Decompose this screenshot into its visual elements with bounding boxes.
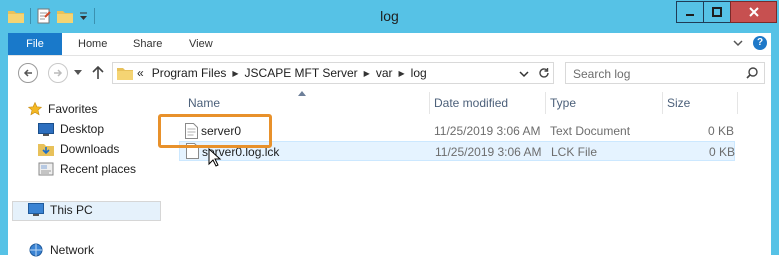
- tab-view[interactable]: View: [189, 33, 213, 55]
- nav-favorites-label: Favorites: [48, 102, 98, 116]
- file-type: LCK File: [551, 145, 598, 159]
- help-icon[interactable]: ?: [753, 36, 767, 50]
- expand-ribbon-icon[interactable]: [733, 39, 743, 47]
- column-header-name[interactable]: Name: [188, 96, 220, 110]
- file-type: Text Document: [550, 124, 631, 138]
- address-bar[interactable]: « Program Files ▶ JSCAPE MFT Server ▶ va…: [112, 62, 554, 84]
- search-input[interactable]: Search log: [565, 62, 765, 84]
- breadcrumb-overflow[interactable]: «: [133, 66, 148, 80]
- nav-recent-places[interactable]: Recent places: [38, 162, 136, 176]
- minimize-button[interactable]: [676, 1, 704, 23]
- file-date: 11/25/2019 3:06 AM: [435, 145, 542, 159]
- search-icon[interactable]: [746, 67, 758, 79]
- window-title: log: [380, 8, 399, 24]
- column-header-type[interactable]: Type: [550, 96, 576, 110]
- nav-desktop-label: Desktop: [60, 122, 105, 136]
- recent-locations-icon[interactable]: [74, 70, 82, 76]
- breadcrumb-program-files[interactable]: Program Files: [148, 66, 231, 80]
- maximize-button[interactable]: [703, 1, 731, 23]
- column-divider[interactable]: [545, 92, 546, 114]
- folder-icon: [117, 68, 133, 80]
- computer-icon: [28, 203, 44, 216]
- tab-share[interactable]: Share: [133, 33, 162, 55]
- breadcrumb-separator-icon[interactable]: ▶: [362, 69, 372, 78]
- desktop-icon: [38, 122, 54, 136]
- nav-downloads-label: Downloads: [60, 142, 120, 156]
- title-bar: log: [0, 0, 779, 33]
- close-icon: [748, 7, 759, 17]
- up-arrow-icon[interactable]: [92, 66, 104, 80]
- navigation-pane: Favorites Desktop Downloads Recent place…: [8, 90, 168, 257]
- nav-recent-places-label: Recent places: [60, 162, 137, 176]
- maximize-icon: [712, 7, 722, 17]
- address-dropdown-icon[interactable]: [519, 70, 529, 78]
- content-area: Favorites Desktop Downloads Recent place…: [8, 90, 771, 257]
- nav-downloads[interactable]: Downloads: [38, 142, 119, 156]
- column-divider[interactable]: [429, 92, 430, 114]
- breadcrumb-separator-icon[interactable]: ▶: [397, 69, 407, 78]
- refresh-icon[interactable]: [538, 67, 550, 79]
- nav-desktop[interactable]: Desktop: [38, 122, 104, 136]
- breadcrumb-var[interactable]: var: [372, 66, 397, 80]
- highlight-box: [158, 114, 272, 148]
- back-arrow-icon: [23, 69, 32, 77]
- ribbon-tabs: File Home Share View ?: [8, 33, 771, 55]
- column-header-size[interactable]: Size: [667, 96, 690, 110]
- file-size: 0 KB: [709, 145, 736, 159]
- ribbon-controls: ?: [733, 36, 767, 50]
- tab-home[interactable]: Home: [78, 33, 107, 55]
- downloads-icon: [38, 144, 54, 156]
- address-row: « Program Files ▶ JSCAPE MFT Server ▶ va…: [8, 55, 771, 91]
- minimize-icon: [686, 14, 694, 16]
- breadcrumb-separator-icon[interactable]: ▶: [230, 69, 240, 78]
- nav-favorites[interactable]: Favorites: [28, 102, 97, 116]
- nav-this-pc[interactable]: This PC: [28, 203, 93, 217]
- mouse-cursor-icon: [208, 148, 222, 167]
- forward-arrow-icon: [54, 69, 63, 77]
- tab-file[interactable]: File: [8, 33, 62, 55]
- file-size: 0 KB: [708, 124, 735, 138]
- breadcrumb-log[interactable]: log: [407, 66, 431, 80]
- breadcrumb-jscape-mft-server[interactable]: JSCAPE MFT Server: [241, 66, 362, 80]
- nav-this-pc-label: This PC: [50, 203, 93, 217]
- explorer-window: log File Home Share View ? « Program Fil…: [0, 0, 779, 257]
- forward-button[interactable]: [48, 63, 68, 83]
- search-placeholder: Search log: [573, 67, 631, 81]
- file-date: 11/25/2019 3:06 AM: [434, 124, 541, 138]
- close-button[interactable]: [730, 1, 777, 23]
- column-header-date-modified[interactable]: Date modified: [434, 96, 508, 110]
- column-divider[interactable]: [737, 92, 738, 114]
- back-button[interactable]: [18, 63, 38, 83]
- column-divider[interactable]: [662, 92, 663, 114]
- sort-ascending-icon: [298, 91, 306, 96]
- star-icon: [28, 102, 42, 116]
- recent-places-icon: [38, 162, 54, 176]
